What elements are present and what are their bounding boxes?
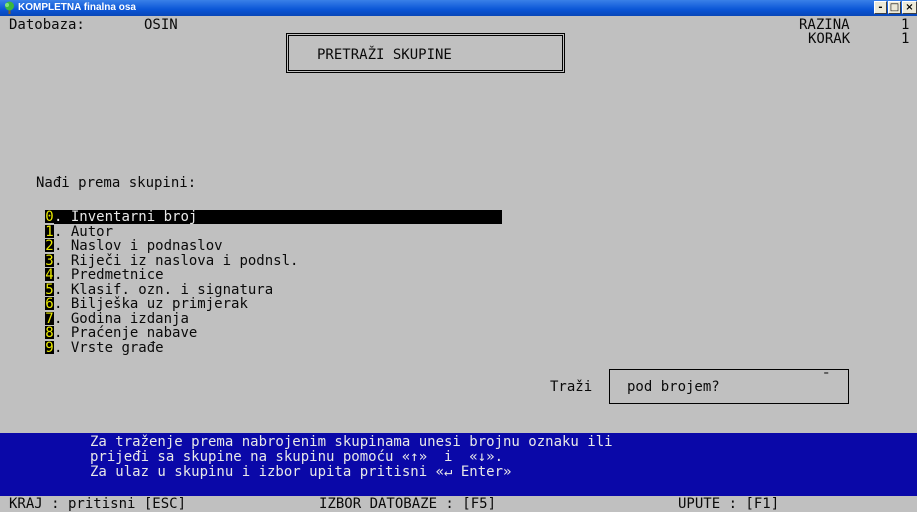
menu-label: . Klasif. ozn. i signatura [54,283,273,297]
level-value: 1 [901,17,910,33]
status-bar: KRAJ : pritisni [ESC] IZBOR DATOBAZE : [… [0,497,917,512]
step-value: 1 [901,31,910,47]
menu-key: 5 [45,281,54,298]
find-field[interactable]: pod brojem? ¯ [609,369,849,404]
find-field-text: pod brojem? [627,379,720,395]
close-button[interactable]: × [902,1,917,14]
menu-key: 3 [45,252,54,269]
database-label: Datobaza: [9,17,85,33]
change-database-shortcut[interactable]: IZBOR DATOBAZE : [F5] [319,497,496,511]
menu-key: 0 [45,209,54,225]
terminal-screen: Datobaza: OSIN PRETRAŽI SKUPINE RAZINA 1… [0,16,917,512]
menu-key: 9 [45,339,54,356]
exit-shortcut[interactable]: KRAJ : pritisni [ESC] [9,497,186,511]
help-line-3: Za ulaz u skupinu i izbor upita pritisni… [90,464,512,480]
minimize-button[interactable]: - [874,1,887,14]
help-bar: Za traženje prema nabrojenim skupinama u… [0,433,917,496]
menu-label: . Praćenje nabave [54,326,197,340]
menu-key: 6 [45,296,54,312]
menu-label: . Inventarni broj [54,210,502,224]
tree-icon [5,1,14,14]
screen-title: PRETRAŽI SKUPINE [317,47,452,63]
maximize-button[interactable]: □ [888,1,901,14]
menu-label-text: Vrste građe [70,339,164,356]
menu-label: . Bilješka uz primjerak [54,297,248,311]
menu-key: 4 [45,267,54,283]
search-prompt: Nađi prema skupini: [36,175,197,191]
menu-label: . Naslov i podnaslov [54,239,223,253]
text-cursor: ¯ [822,371,831,387]
help-line-1: Za traženje prema nabrojenim skupinama u… [90,434,613,450]
window-title: KOMPLETNA finalna osa [18,2,136,13]
help-line-2: prijeđi sa skupine na skupinu pomoću «↑»… [90,449,504,465]
screen-title-box: PRETRAŽI SKUPINE [286,33,565,73]
menu-label: . Predmetnice [54,268,164,282]
help-shortcut[interactable]: UPUTE : [F1] [678,497,779,511]
menu-label: . Vrste građe [54,341,164,355]
menu-label: . Godina izdanja [54,312,189,326]
menu-key: 2 [45,238,54,254]
database-value: OSIN [144,17,178,33]
menu-key: 8 [45,325,54,341]
menu-key: 1 [45,223,54,240]
menu-label: . Autor [54,225,113,239]
window-titlebar[interactable]: KOMPLETNA finalna osa - □ × [0,0,917,16]
level-label: RAZINA [799,17,850,33]
menu-key: 7 [45,310,54,327]
menu-dot: . [54,339,63,356]
step-label: KORAK [808,31,851,47]
menu-label: . Riječi iz naslova i podnsl. [54,254,298,268]
find-label: Traži [550,379,593,395]
